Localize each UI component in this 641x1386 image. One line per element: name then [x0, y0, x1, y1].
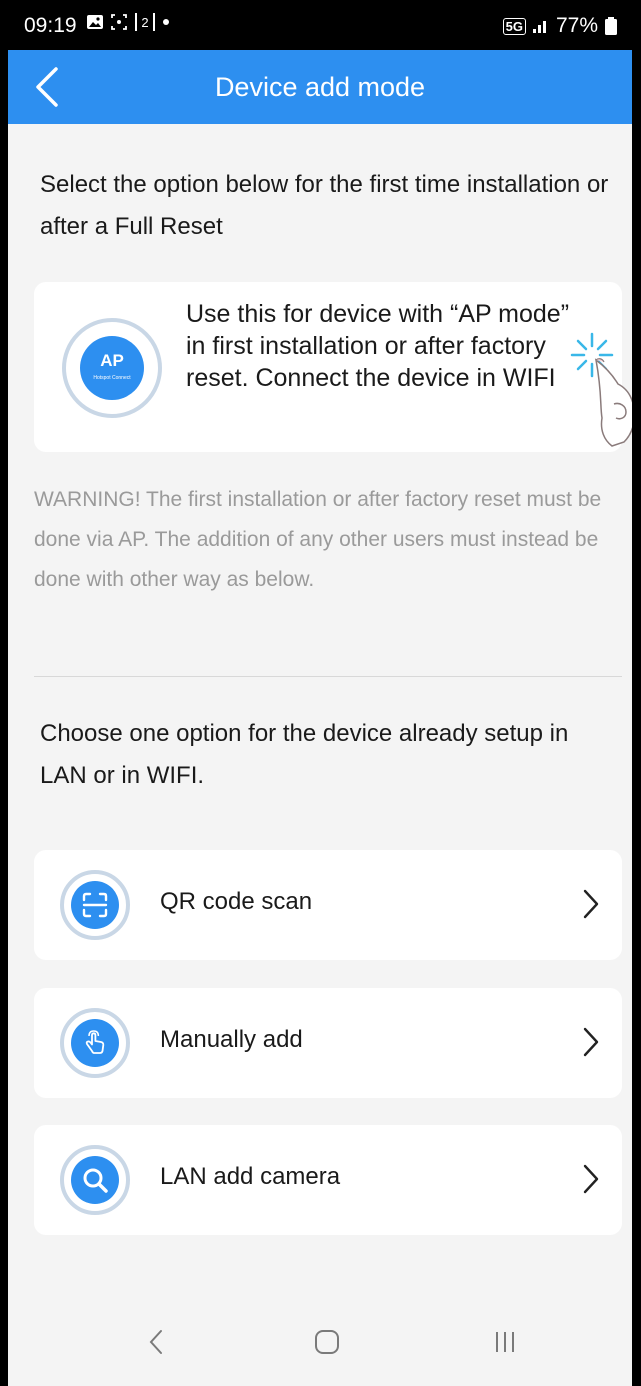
ap-icon-sublabel: Hotspot Connect	[93, 375, 131, 381]
ap-icon-label: AP	[100, 351, 124, 370]
qr-scan-icon	[71, 881, 119, 929]
ap-hotspot-icon: AP Hotspot Connect	[62, 318, 162, 418]
lan-add-camera-option[interactable]: LAN add camera	[34, 1125, 622, 1235]
manually-add-label: Manually add	[160, 1026, 303, 1053]
network-type: 5G	[502, 17, 526, 35]
home-icon[interactable]	[314, 1328, 340, 1356]
sim2-icon: 2	[135, 13, 155, 31]
hand-tap-icon-ring	[60, 1008, 130, 1078]
tap-indicator-icon	[570, 332, 632, 447]
screen-icon	[111, 14, 127, 30]
recents-icon[interactable]	[494, 1328, 516, 1356]
warning-text: WARNING! The first installation or after…	[34, 488, 602, 591]
status-bar: 09:19 2 5G 77%	[8, 0, 632, 50]
search-icon-ring	[60, 1145, 130, 1215]
chevron-right-icon	[583, 1164, 599, 1194]
ap-icon-inner: AP Hotspot Connect	[80, 336, 144, 400]
status-time: 09:19	[24, 14, 77, 37]
manually-add-option[interactable]: Manually add	[34, 988, 622, 1098]
qr-code-scan-label: QR code scan	[160, 888, 313, 915]
chevron-right-icon	[583, 1027, 599, 1057]
signal-icon	[532, 21, 546, 33]
battery-percent: 77%	[555, 14, 598, 37]
page-title: Device add mode	[214, 72, 426, 102]
ap-mode-card[interactable]: AP Hotspot Connect Use this for device w…	[34, 282, 622, 452]
dot-icon	[163, 19, 169, 25]
divider	[34, 676, 622, 677]
qr-code-scan-option[interactable]: QR code scan	[34, 850, 622, 960]
first-install-heading: Select the option below for the first ti…	[40, 171, 609, 240]
gallery-icon	[87, 15, 103, 29]
hand-tap-icon	[71, 1019, 119, 1067]
ap-mode-description: Use this for device with “AP mode” in fi…	[186, 300, 570, 392]
back-icon[interactable]	[148, 1328, 164, 1356]
app-header: Device add mode	[8, 50, 632, 124]
qr-scan-icon-ring	[60, 870, 130, 940]
status-icons: 2	[86, 12, 170, 32]
existing-setup-heading: Choose one option for the device already…	[40, 720, 569, 789]
search-icon	[71, 1156, 119, 1204]
battery-icon	[605, 17, 617, 35]
status-right: 5G 77%	[502, 14, 618, 38]
system-navigation-bar	[8, 1320, 632, 1386]
svg-text:2: 2	[141, 15, 148, 30]
lan-add-camera-label: LAN add camera	[160, 1163, 341, 1190]
chevron-right-icon	[583, 889, 599, 919]
app-screen: 09:19 2 5G 77% Device add mode Select th…	[8, 0, 632, 1386]
